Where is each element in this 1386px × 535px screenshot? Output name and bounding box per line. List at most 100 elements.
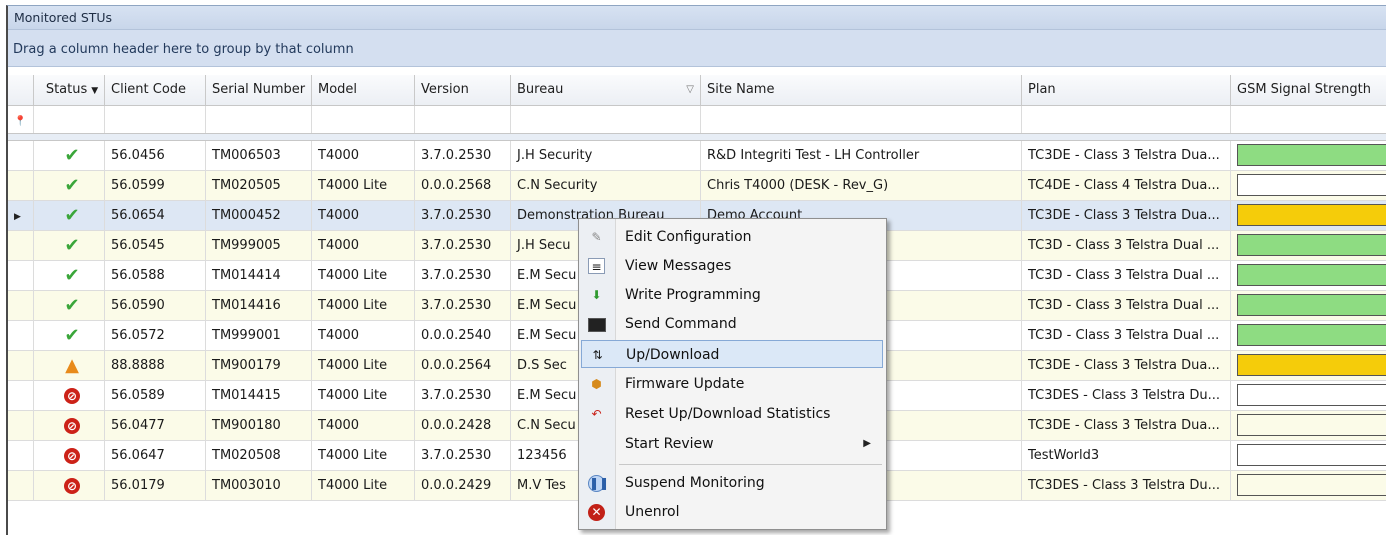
status-cell[interactable]: ✔: [34, 171, 105, 200]
client-code-cell[interactable]: 88.8888: [105, 351, 206, 380]
row-indicator[interactable]: [8, 411, 34, 440]
table-row[interactable]: ✔ 56.0599 TM020505 T4000 Lite 0.0.0.2568 C.N …: [8, 171, 1386, 201]
version-cell[interactable]: 0.0.0.2429: [415, 471, 511, 500]
version-cell[interactable]: 3.7.0.2530: [415, 381, 511, 410]
model-cell[interactable]: T4000: [312, 141, 415, 170]
menu-send-command[interactable]: Send Command: [581, 310, 883, 338]
plan-cell[interactable]: TC4DE - Class 4 Telstra Dua...: [1022, 171, 1231, 200]
version-cell[interactable]: 3.7.0.2530: [415, 441, 511, 470]
header-status[interactable]: Status ▼: [34, 75, 105, 105]
model-cell[interactable]: T4000 Lite: [312, 261, 415, 290]
plan-cell[interactable]: TestWorld3: [1022, 441, 1231, 470]
client-code-cell[interactable]: 56.0654: [105, 201, 206, 230]
version-cell[interactable]: 0.0.0.2568: [415, 171, 511, 200]
plan-cell[interactable]: TC3DE - Class 3 Telstra Dua...: [1022, 411, 1231, 440]
menu-up-download[interactable]: ⇅ Up/Download: [581, 340, 883, 368]
client-code-cell[interactable]: 56.0590: [105, 291, 206, 320]
status-cell[interactable]: ✔: [34, 261, 105, 290]
filter-version[interactable]: [415, 106, 511, 133]
version-cell[interactable]: 0.0.0.2564: [415, 351, 511, 380]
row-indicator[interactable]: [8, 441, 34, 470]
filter-status[interactable]: [34, 106, 105, 133]
menu-view-messages[interactable]: ≡ View Messages: [581, 252, 883, 280]
model-cell[interactable]: T4000 Lite: [312, 381, 415, 410]
serial-number-cell[interactable]: TM014416: [206, 291, 312, 320]
filter-gsm-signal[interactable]: [1231, 106, 1386, 133]
row-indicator[interactable]: [8, 381, 34, 410]
status-cell[interactable]: ⊘: [34, 441, 105, 470]
client-code-cell[interactable]: 56.0545: [105, 231, 206, 260]
serial-number-cell[interactable]: TM003010: [206, 471, 312, 500]
header-version[interactable]: Version: [415, 75, 511, 105]
status-cell[interactable]: ⊘: [34, 411, 105, 440]
client-code-cell[interactable]: 56.0647: [105, 441, 206, 470]
serial-number-cell[interactable]: TM000452: [206, 201, 312, 230]
header-serial-number[interactable]: Serial Number: [206, 75, 312, 105]
status-cell[interactable]: ✔: [34, 291, 105, 320]
status-cell[interactable]: ⊘: [34, 381, 105, 410]
row-indicator[interactable]: [8, 141, 34, 170]
plan-cell[interactable]: TC3DE - Class 3 Telstra Dua...: [1022, 351, 1231, 380]
header-site-name[interactable]: Site Name: [701, 75, 1022, 105]
menu-firmware-update[interactable]: ⬢ Firmware Update: [581, 370, 883, 398]
model-cell[interactable]: T4000 Lite: [312, 291, 415, 320]
client-code-cell[interactable]: 56.0599: [105, 171, 206, 200]
header-bureau[interactable]: Bureau ▽: [511, 75, 701, 105]
plan-cell[interactable]: TC3D - Class 3 Telstra Dual ...: [1022, 261, 1231, 290]
serial-number-cell[interactable]: TM014414: [206, 261, 312, 290]
filter-site-name[interactable]: [701, 106, 1022, 133]
client-code-cell[interactable]: 56.0588: [105, 261, 206, 290]
client-code-cell[interactable]: 56.0572: [105, 321, 206, 350]
status-cell[interactable]: ✔: [34, 201, 105, 230]
row-indicator[interactable]: ▶: [8, 201, 34, 230]
row-indicator[interactable]: [8, 291, 34, 320]
filter-plan[interactable]: [1022, 106, 1231, 133]
gsm-signal-cell[interactable]: [1231, 261, 1386, 290]
version-cell[interactable]: 3.7.0.2530: [415, 231, 511, 260]
status-cell[interactable]: ✔: [34, 231, 105, 260]
site-name-cell[interactable]: Chris T4000 (DESK - Rev_G): [701, 171, 1022, 200]
gsm-signal-cell[interactable]: [1231, 201, 1386, 230]
filter-serial-number[interactable]: [206, 106, 312, 133]
gsm-signal-cell[interactable]: [1231, 291, 1386, 320]
gsm-signal-cell[interactable]: [1231, 381, 1386, 410]
row-indicator[interactable]: [8, 171, 34, 200]
model-cell[interactable]: T4000: [312, 321, 415, 350]
gsm-signal-cell[interactable]: [1231, 141, 1386, 170]
group-by-area[interactable]: Drag a column header here to group by th…: [8, 30, 1386, 67]
version-cell[interactable]: 3.7.0.2530: [415, 261, 511, 290]
model-cell[interactable]: T4000: [312, 411, 415, 440]
serial-number-cell[interactable]: TM014415: [206, 381, 312, 410]
version-cell[interactable]: 3.7.0.2530: [415, 201, 511, 230]
version-cell[interactable]: 3.7.0.2530: [415, 291, 511, 320]
plan-cell[interactable]: TC3D - Class 3 Telstra Dual ...: [1022, 231, 1231, 260]
filter-client-code[interactable]: [105, 106, 206, 133]
menu-suspend-monitoring[interactable]: ❚❚ Suspend Monitoring: [581, 469, 883, 497]
model-cell[interactable]: T4000 Lite: [312, 471, 415, 500]
plan-cell[interactable]: TC3D - Class 3 Telstra Dual ...: [1022, 321, 1231, 350]
plan-cell[interactable]: TC3DES - Class 3 Telstra Du...: [1022, 381, 1231, 410]
serial-number-cell[interactable]: TM006503: [206, 141, 312, 170]
model-cell[interactable]: T4000 Lite: [312, 171, 415, 200]
serial-number-cell[interactable]: TM020505: [206, 171, 312, 200]
filter-funnel-icon[interactable]: ▽: [686, 75, 694, 105]
menu-edit-configuration[interactable]: ✎ Edit Configuration: [581, 223, 883, 251]
gsm-signal-cell[interactable]: [1231, 171, 1386, 200]
model-cell[interactable]: T4000 Lite: [312, 351, 415, 380]
header-model[interactable]: Model: [312, 75, 415, 105]
gsm-signal-cell[interactable]: [1231, 411, 1386, 440]
site-name-cell[interactable]: R&D Integriti Test - LH Controller: [701, 141, 1022, 170]
serial-number-cell[interactable]: TM999001: [206, 321, 312, 350]
gsm-signal-cell[interactable]: [1231, 351, 1386, 380]
version-cell[interactable]: 3.7.0.2530: [415, 141, 511, 170]
header-gsm-signal[interactable]: GSM Signal Strength: [1231, 75, 1386, 105]
row-indicator[interactable]: [8, 351, 34, 380]
model-cell[interactable]: T4000: [312, 201, 415, 230]
filter-bureau[interactable]: [511, 106, 701, 133]
client-code-cell[interactable]: 56.0477: [105, 411, 206, 440]
row-indicator[interactable]: [8, 261, 34, 290]
plan-cell[interactable]: TC3DES - Class 3 Telstra Du...: [1022, 471, 1231, 500]
client-code-cell[interactable]: 56.0456: [105, 141, 206, 170]
gsm-signal-cell[interactable]: [1231, 231, 1386, 260]
menu-start-review[interactable]: Start Review ▶: [581, 430, 883, 458]
